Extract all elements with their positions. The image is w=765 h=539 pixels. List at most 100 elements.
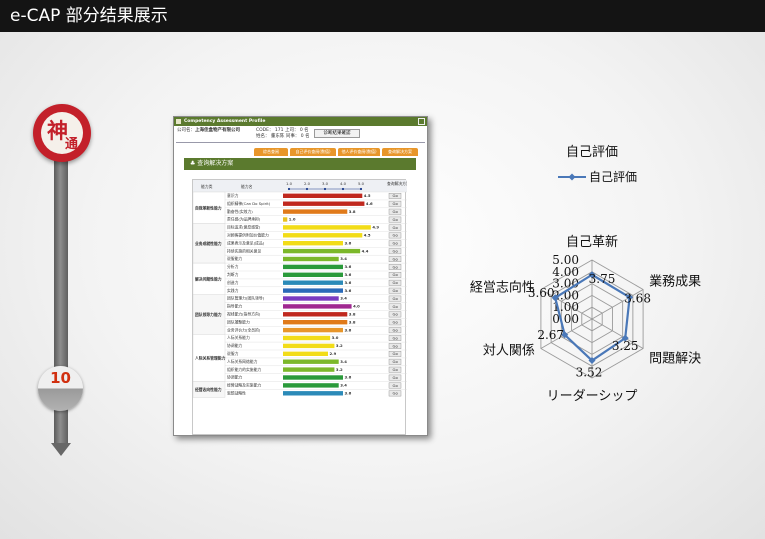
solution-button-label: Go — [393, 359, 399, 364]
col-ability-label: 能力名 — [241, 184, 253, 189]
ability-name: 团队管理力(团队领导) — [227, 296, 265, 301]
solution-button-label: Go — [393, 217, 399, 222]
ability-name: 持续实施的相关意见 — [227, 248, 261, 253]
ability-name: 组织能力的实施能力 — [227, 367, 261, 372]
radar-chart: 自己評価 自己評価 0.00 1.00 2.00 3.00 4.00 5.00 3.75 3.68… — [440, 135, 750, 425]
tab-overview[interactable]: 综合查阅 — [254, 148, 288, 156]
scale-label: 4.0 — [340, 181, 347, 186]
data-label: 3.75 — [589, 272, 616, 286]
score-bar — [283, 225, 371, 230]
category-label: 問題解決 — [649, 352, 701, 367]
ability-name: 协调能力 — [227, 375, 242, 380]
ability-name: 视线能力(指导方向) — [227, 312, 261, 317]
score-label: 3.8 — [349, 209, 356, 214]
report-thumbnail: Competency Assessment Profile 公司名：上海佳盒物产… — [173, 116, 428, 436]
score-label: 4.5 — [364, 193, 371, 198]
col-category-label: 能力类 — [201, 184, 213, 189]
ability-name: 组织精神(Can Do Spirit) — [227, 201, 271, 206]
tab-self-values[interactable]: 自己评价查阅(数值) — [290, 148, 336, 156]
solution-button-label: Go — [393, 335, 399, 340]
scale-label: 5.0 — [358, 181, 365, 186]
solution-button-label: Go — [393, 225, 399, 230]
tab-others-values[interactable]: 他人评价查阅(数值) — [338, 148, 380, 156]
score-bar — [283, 280, 343, 285]
logo-badge: 神 通 — [33, 104, 91, 162]
score-bar — [283, 391, 343, 396]
score-bar — [283, 296, 339, 301]
solution-button-label: Go — [393, 256, 399, 261]
solution-button-label: Go — [393, 249, 399, 254]
score-label: 3.8 — [349, 312, 356, 317]
score-label: 3.4 — [340, 256, 347, 261]
ability-name: 经营战略及实施能力 — [227, 383, 261, 388]
report-info: 公司名：上海佳盒物产有限公司 — [177, 127, 240, 133]
solution-button-label: Go — [393, 304, 399, 309]
score-label: 3.6 — [345, 240, 352, 245]
ability-name: 思想战略性 — [227, 391, 246, 396]
score-label: 3.2 — [336, 343, 343, 348]
data-label: 3.52 — [576, 366, 603, 380]
chart-title: 自己評価 — [566, 145, 618, 160]
solution-button-label: Go — [393, 296, 399, 301]
diagnose-button[interactable]: 诊断結果確認 — [314, 129, 360, 138]
solution-button-label: Go — [393, 320, 399, 325]
page-title: e-CAP 部分结果展示 — [0, 0, 765, 32]
score-label: 4.6 — [366, 201, 373, 206]
group-name: 解决问题性能力 — [194, 276, 222, 281]
score-bar — [283, 320, 348, 325]
score-label: 3.6 — [345, 288, 352, 293]
solution-button-label: Go — [393, 367, 399, 372]
solution-button-label: Go — [393, 264, 399, 269]
close-icon[interactable] — [418, 118, 425, 125]
ability-name: 勤奋性(实效力) — [227, 209, 253, 214]
ability-name: 说服力 — [227, 351, 239, 356]
score-bar — [283, 327, 343, 333]
ability-name: 判断力 — [227, 272, 239, 277]
score-bar — [283, 256, 339, 262]
solution-button-label: Go — [393, 241, 399, 246]
ability-name: 责任感(为品牌承担) — [227, 217, 261, 222]
score-label: 3.6 — [345, 264, 352, 269]
score-bar — [283, 359, 339, 364]
ability-name: 人际关系能力 — [227, 335, 250, 340]
score-bar — [283, 209, 348, 214]
score-label: 3.8 — [349, 319, 356, 324]
ability-name: 团队凝聚能力 — [227, 319, 250, 324]
scale-label: 2.0 — [304, 181, 311, 186]
ability-name: 创造力 — [227, 280, 239, 285]
tab-solutions[interactable]: 查询解决方案 — [382, 148, 418, 156]
timeline-arrow-icon — [51, 443, 71, 456]
score-bar — [283, 367, 335, 372]
report-meta: CODE： 171 上司： 0 名 姓名： 董东陈 同事： 0 名 — [256, 127, 310, 139]
score-bar — [283, 241, 343, 246]
score-bar — [283, 375, 343, 380]
competency-table-graphic: 能力类 能力名 查询解决方案 1.0 2.0 3.0 4.0 5.0 自我革新性能力 意识力 4.5… — [193, 180, 407, 398]
group-name: 经营志向性能力 — [195, 387, 222, 392]
col-solution-label: 查询解决方案 — [387, 181, 407, 186]
group-name: 人际关系管理能力 — [194, 355, 226, 360]
score-label: 3.0 — [332, 335, 339, 340]
score-label: 3.4 — [340, 383, 347, 388]
table-header-bg — [193, 180, 407, 192]
category-label: 経営志向性 — [470, 280, 535, 296]
score-label: 3.6 — [345, 375, 352, 380]
score-bar — [283, 335, 331, 341]
solution-button-label: Go — [393, 312, 399, 317]
ability-name: 目标追求(意愿感受) — [227, 225, 261, 230]
scale-label: 1.0 — [286, 181, 293, 186]
solution-button-label: Go — [393, 351, 399, 356]
score-bar — [283, 193, 363, 198]
solution-button-label: Go — [393, 383, 399, 388]
group-name: 自我革新性能力 — [195, 205, 222, 210]
score-label: 3.6 — [345, 280, 352, 285]
score-label: 4.5 — [364, 233, 371, 238]
category-label: 業務成果 — [649, 274, 701, 290]
ability-name: 指导能力 — [227, 304, 242, 309]
score-label: 3.6 — [345, 327, 352, 332]
logo-inner: 神 通 — [41, 112, 83, 154]
solution-button-label: Go — [393, 233, 399, 238]
solution-button-label: Go — [393, 343, 399, 348]
score-label: 4.0 — [353, 304, 360, 309]
data-label: 3.25 — [612, 339, 639, 353]
group-name: 业务成就性能力 — [195, 241, 222, 246]
